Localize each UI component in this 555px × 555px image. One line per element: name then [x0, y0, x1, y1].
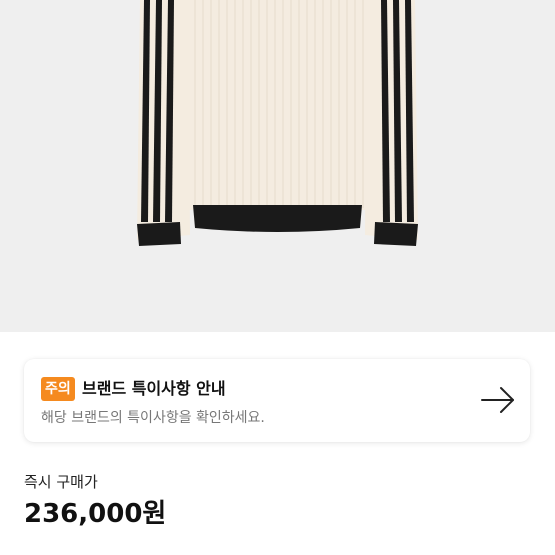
notice-title: 브랜드 특이사항 안내 [82, 379, 226, 398]
product-image [0, 0, 555, 332]
price-value: 236,000원 [24, 499, 167, 529]
notice-description: 해당 브랜드의 특이사항을 확인하세요. [41, 410, 265, 426]
price-label: 즉시 구매가 [24, 473, 98, 491]
brand-notice-card[interactable]: 주의 브랜드 특이사항 안내 해당 브랜드의 특이사항을 확인하세요. [24, 359, 530, 442]
sweater-illustration [0, 0, 555, 332]
caution-badge: 주의 [41, 377, 75, 401]
arrow-right-icon[interactable] [480, 385, 516, 415]
